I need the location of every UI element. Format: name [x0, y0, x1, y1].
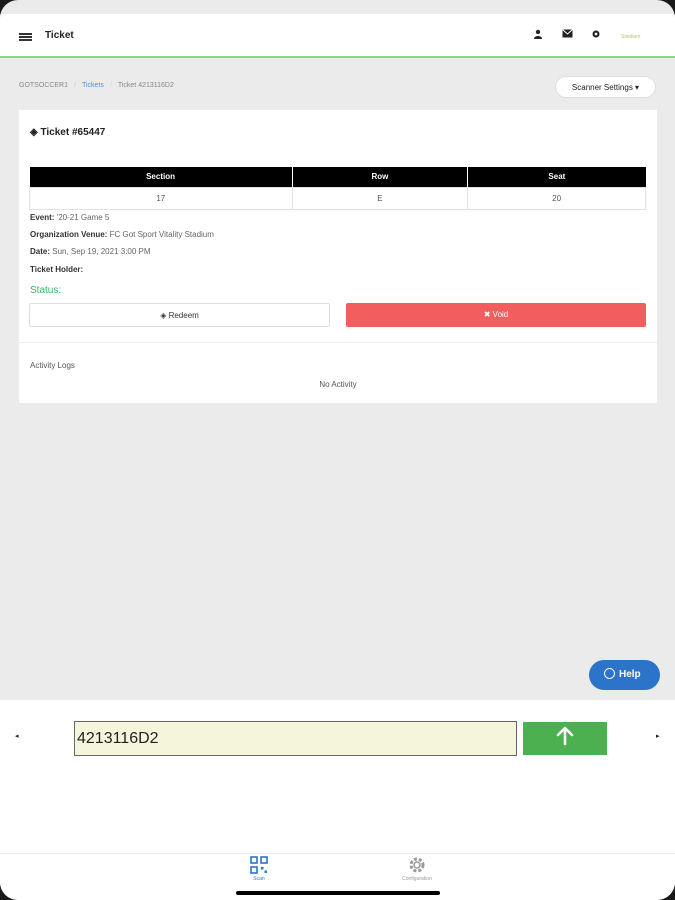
- brand-logo: Sitedium: [621, 34, 641, 40]
- section-value: 17: [29, 186, 293, 210]
- redeem-label: Redeem: [168, 311, 199, 320]
- arrow-up-icon: [556, 726, 574, 746]
- event-label: Event:: [30, 213, 55, 222]
- event-value: '20-21 Game 5: [56, 213, 110, 222]
- tab-scan-label: Scan: [253, 876, 265, 882]
- ticket-code-input[interactable]: [74, 721, 517, 756]
- breadcrumb-root[interactable]: GOTSOCCER1: [19, 82, 68, 89]
- close-icon: ✖: [483, 310, 493, 319]
- app-screen: Ticket Sitedium GOTSOCCER1/Tickets / Ticke…: [0, 0, 675, 900]
- row-header: Row: [292, 167, 469, 187]
- venue-value: FC Got Sport Vitality Stadium: [109, 230, 214, 239]
- qr-code-icon: [219, 856, 299, 876]
- menu-icon[interactable]: [19, 33, 32, 41]
- ticket-card: ◈ Ticket #65447 Section Row Seat 17 E 20…: [19, 110, 657, 403]
- tab-configuration[interactable]: Configuration: [377, 856, 457, 882]
- ticket-icon: ◈: [30, 127, 41, 138]
- seat-value: 20: [467, 186, 646, 210]
- gear-icon[interactable]: [590, 29, 602, 41]
- holder-line: Ticket Holder:: [30, 265, 83, 274]
- submit-scan-button[interactable]: [523, 722, 607, 755]
- page-title: Ticket: [45, 30, 74, 41]
- ticket-title-text: Ticket #65447: [40, 127, 106, 138]
- section-header: Section: [29, 167, 293, 187]
- caret-right-icon[interactable]: ▸: [656, 732, 660, 740]
- user-icon[interactable]: [532, 29, 544, 41]
- seat-table: Section Row Seat 17 E 20: [29, 167, 646, 210]
- holder-label: Ticket Holder:: [30, 265, 84, 274]
- breadcrumb-tickets[interactable]: Tickets: [82, 82, 104, 89]
- no-activity-text: No Activity: [319, 380, 357, 389]
- date-line: Date: Sun, Sep 19, 2021 3:00 PM: [30, 247, 151, 256]
- redeem-button[interactable]: ◈ Redeem: [29, 303, 330, 327]
- date-value: Sun, Sep 19, 2021 3:00 PM: [52, 247, 151, 256]
- divider: [19, 342, 657, 343]
- breadcrumb-current: Ticket 4213116D2: [117, 82, 174, 89]
- scanner-settings-button[interactable]: Scanner Settings ▾: [555, 76, 656, 98]
- event-line: Event: '20-21 Game 5: [30, 213, 109, 222]
- venue-line: Organization Venue: FC Got Sport Vitalit…: [30, 230, 214, 239]
- help-label: Help: [619, 669, 641, 680]
- void-label: Void: [492, 310, 509, 319]
- home-indicator: [236, 891, 440, 895]
- mail-icon[interactable]: [561, 29, 573, 41]
- date-label: Date:: [30, 247, 51, 256]
- ticket-title: ◈ Ticket #65447: [30, 127, 105, 138]
- tab-configuration-label: Configuration: [402, 876, 432, 882]
- seat-header: Seat: [467, 167, 646, 187]
- void-button[interactable]: ✖ Void: [346, 303, 646, 327]
- tab-scan[interactable]: Scan: [219, 856, 299, 882]
- breadcrumb: GOTSOCCER1/Tickets / Ticket 4213116D2: [19, 82, 174, 89]
- chat-bubble-icon: [604, 668, 615, 679]
- help-button[interactable]: Help: [589, 660, 660, 690]
- activity-logs-label: Activity Logs: [30, 361, 75, 370]
- ticket-icon: ◈: [160, 311, 169, 320]
- gear-icon: [377, 856, 457, 876]
- scan-bar: ◂ ▸: [0, 700, 675, 853]
- caret-left-icon[interactable]: ◂: [15, 732, 19, 740]
- row-value: E: [291, 186, 469, 210]
- venue-label: Organization Venue:: [30, 230, 108, 239]
- status-label: Status:: [30, 285, 62, 296]
- top-navbar: Ticket Sitedium: [0, 14, 675, 58]
- table-row: 17 E 20: [29, 186, 646, 210]
